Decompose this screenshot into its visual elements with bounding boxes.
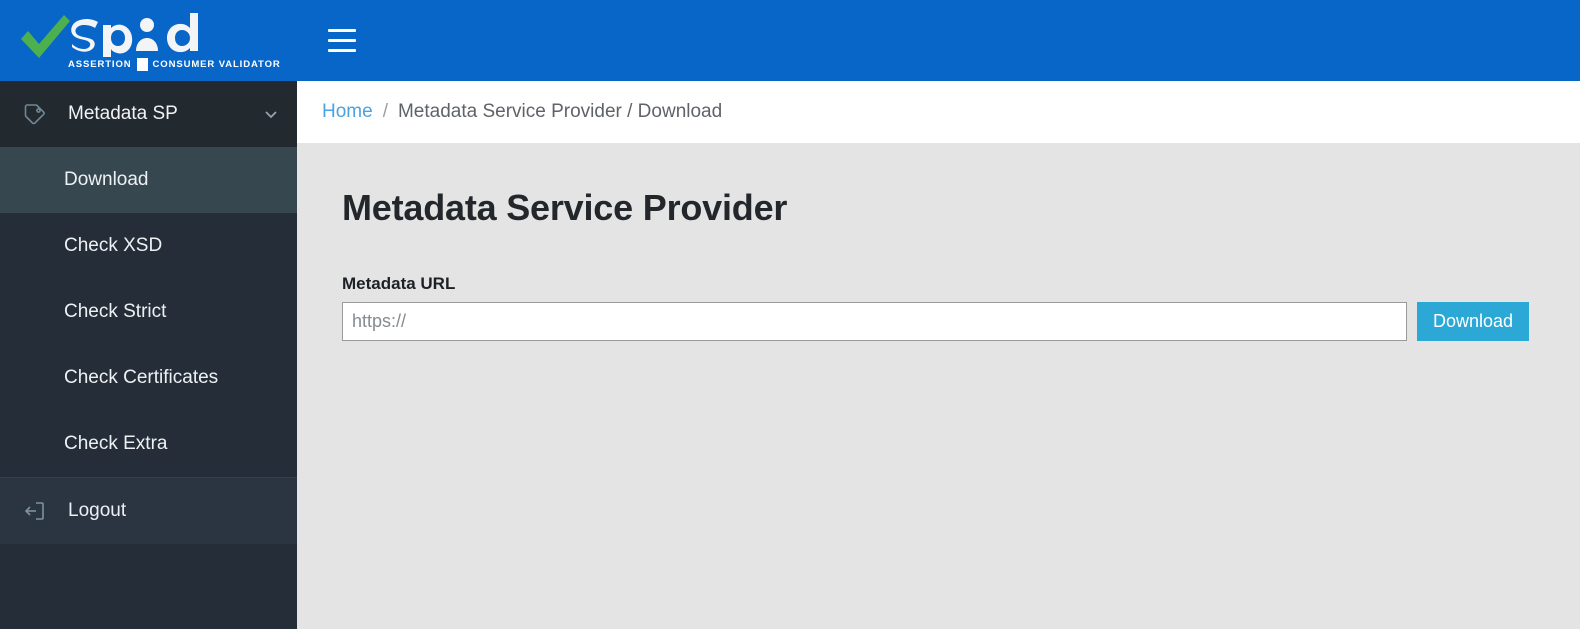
- page-title: Metadata Service Provider: [342, 187, 788, 228]
- sidebar-item-label: Check Certificates: [64, 367, 219, 388]
- sidebar-navigation: Metadata SP Download Check XSD Check Str…: [0, 81, 297, 629]
- hamburger-bar-3: [328, 49, 356, 52]
- tagline-divider-bar: [136, 57, 148, 71]
- tagline-left: ASSERTION: [68, 58, 132, 70]
- sign-out-icon: [22, 498, 48, 524]
- breadcrumb-separator: /: [382, 101, 388, 122]
- breadcrumb: Home / Metadata Service Provider / Downl…: [297, 81, 1580, 143]
- hamburger-bar-1: [328, 29, 356, 32]
- main-content-area: Home / Metadata Service Provider / Downl…: [297, 81, 1580, 629]
- metadata-url-form-row: Download: [342, 302, 1535, 341]
- logo-tagline: ASSERTION CONSUMER VALIDATOR: [68, 57, 281, 71]
- chevron-down-icon[interactable]: [263, 106, 279, 122]
- spid-logo: ASSERTION CONSUMER VALIDATOR: [18, 11, 281, 71]
- hamburger-bar-2: [328, 39, 356, 42]
- breadcrumb-home-link[interactable]: Home: [322, 101, 373, 123]
- green-check-icon: [21, 14, 70, 58]
- breadcrumb-trail: Metadata Service Provider / Download: [397, 101, 723, 122]
- sidebar-item-check-strict[interactable]: Check Strict: [0, 279, 297, 345]
- sidebar-group-metadata-sp[interactable]: Metadata SP: [0, 81, 297, 147]
- download-button[interactable]: Download: [1417, 302, 1529, 341]
- sidebar-item-label: Check XSD: [64, 235, 163, 256]
- metadata-url-label: Metadata URL: [342, 274, 456, 293]
- wordmark-block: ASSERTION CONSUMER VALIDATOR: [68, 12, 281, 71]
- sidebar-item-label: Check Extra: [64, 433, 168, 454]
- sidebar-item-logout[interactable]: Logout: [0, 478, 297, 544]
- brand-logo-area[interactable]: ASSERTION CONSUMER VALIDATOR: [0, 0, 297, 81]
- sidebar-item-check-xsd[interactable]: Check XSD: [0, 213, 297, 279]
- app-page: ASSERTION CONSUMER VALIDATOR Metadata SP…: [0, 0, 1580, 629]
- sidebar-item-label: Check Strict: [64, 301, 167, 322]
- sidebar-logout-label: Logout: [68, 500, 127, 521]
- sidebar-item-label: Download: [64, 169, 149, 190]
- tag-icon: [22, 101, 48, 127]
- sidebar-item-check-extra[interactable]: Check Extra: [0, 411, 297, 477]
- sidebar-group-label: Metadata SP: [68, 103, 178, 124]
- sidebar-item-check-certificates[interactable]: Check Certificates: [0, 345, 297, 411]
- top-header-bar: ASSERTION CONSUMER VALIDATOR: [0, 0, 1580, 81]
- hamburger-menu-icon[interactable]: [321, 20, 363, 62]
- tagline-right: CONSUMER VALIDATOR: [152, 58, 281, 70]
- spid-wordmark: [68, 12, 281, 57]
- sidebar-item-download[interactable]: Download: [0, 147, 297, 213]
- metadata-url-input[interactable]: [342, 302, 1407, 341]
- content-body: Metadata Service Provider Metadata URL D…: [297, 143, 1580, 341]
